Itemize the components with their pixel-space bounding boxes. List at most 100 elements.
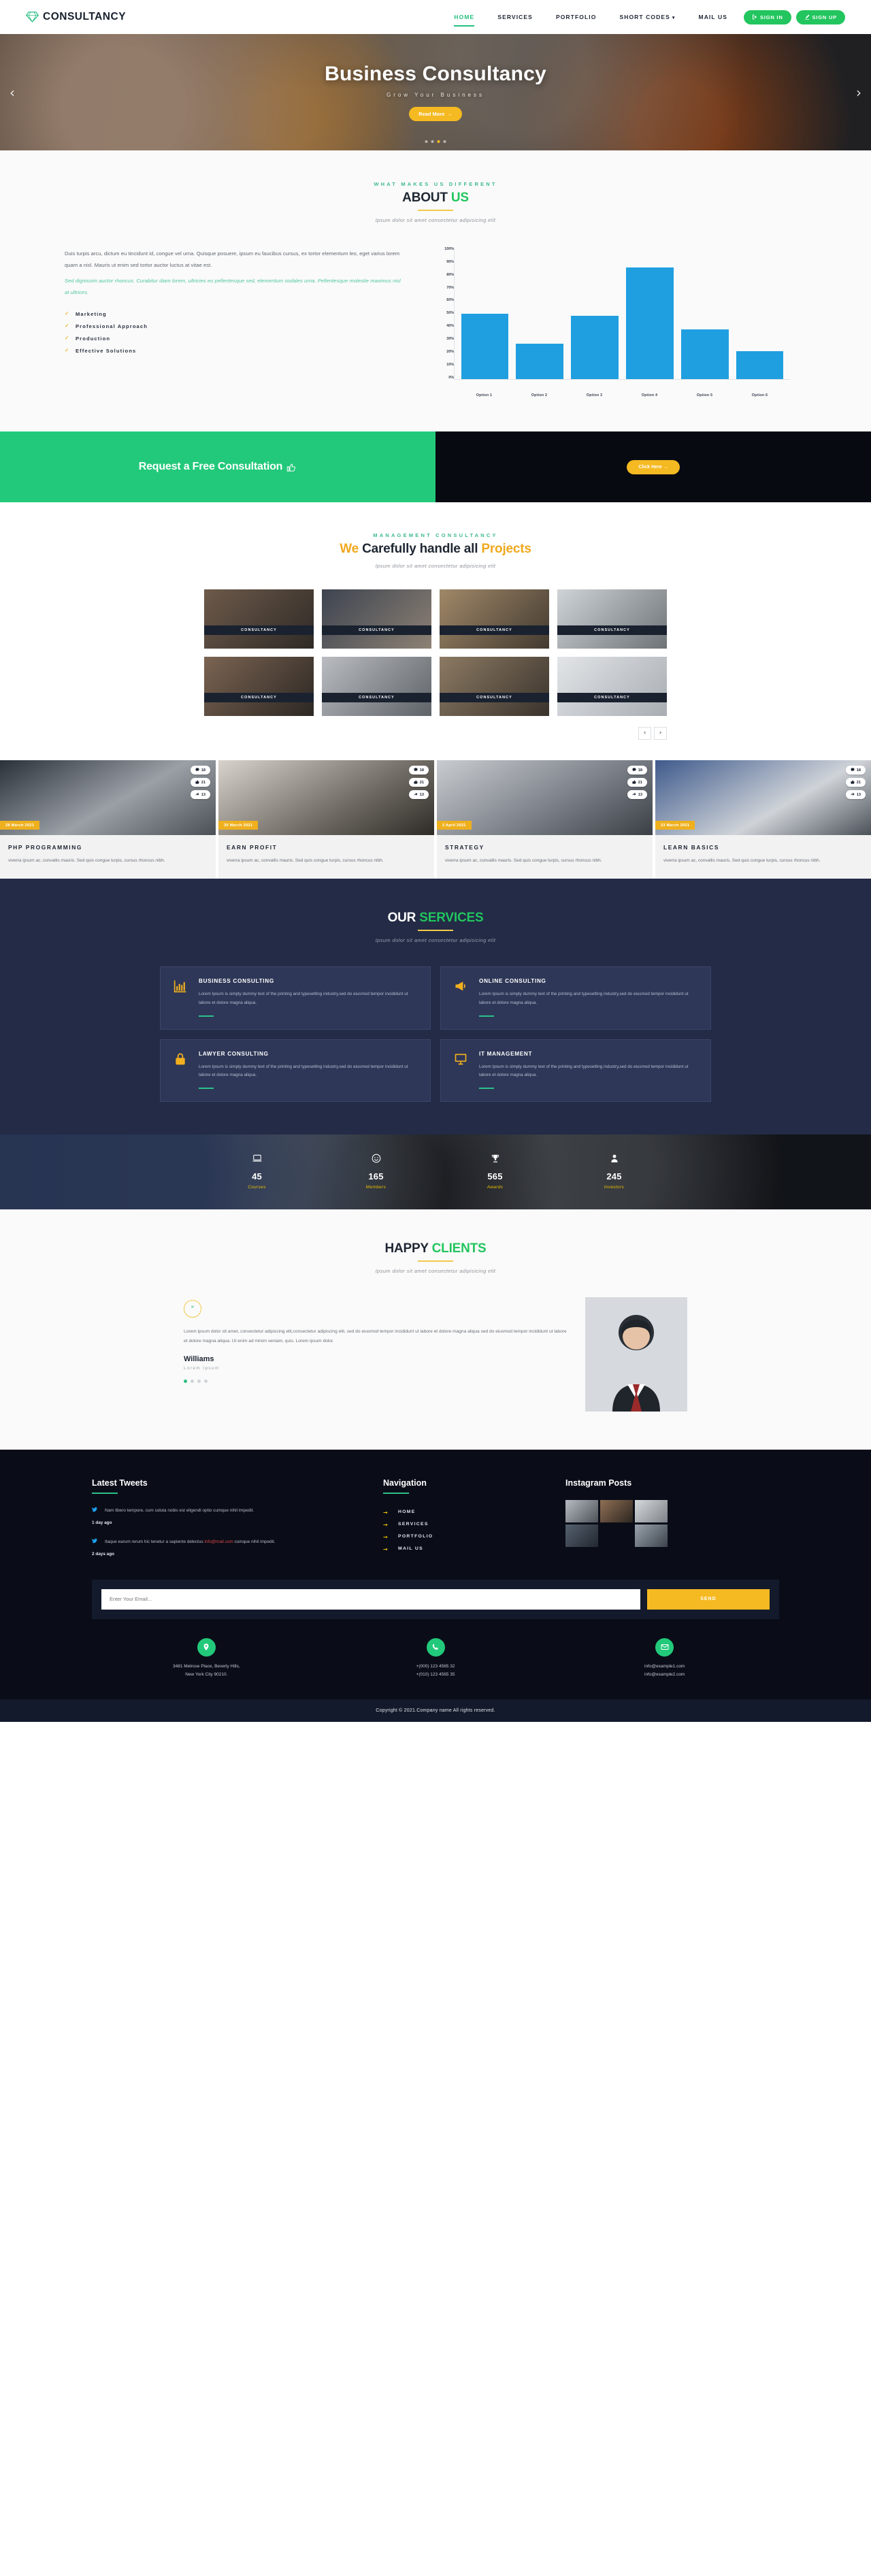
cta-click-here-button[interactable]: Click Here →	[627, 459, 680, 474]
main-nav: HOME SERVICES PORTFOLIO SHORT CODES ▾ MAI…	[442, 10, 845, 27]
projects-next-button[interactable]: ›	[654, 727, 667, 740]
blog-card[interactable]: 18 21 13 2 April 2021 STRATEGY viverra ipsum …	[437, 760, 653, 879]
testimonial-dots[interactable]	[184, 1380, 568, 1384]
blog-card[interactable]: 18 21 13 23 March 2021 LEARN BASICS viverra i…	[655, 760, 871, 879]
service-divider	[479, 1015, 494, 1017]
instagram-thumb[interactable]	[565, 1524, 598, 1547]
testimonial-dot[interactable]	[204, 1380, 208, 1384]
hero-slider: ‹ › Business Consultancy Grow Your Busin…	[0, 34, 871, 150]
footer-navigation: Navigation HOMESERVICESPORTFOLIOMAIL US	[383, 1478, 546, 1559]
project-card[interactable]: CONSULTANCY	[557, 657, 667, 716]
stat-label: Courses	[248, 1185, 266, 1190]
tweet-email-link[interactable]: info@mail.com	[204, 1539, 233, 1544]
instagram-thumb[interactable]	[635, 1499, 668, 1522]
testimonial-dot-active[interactable]	[184, 1380, 187, 1384]
footer-nav-heading: Navigation	[383, 1478, 427, 1488]
project-card[interactable]: CONSULTANCY	[440, 589, 549, 649]
chart-bar-column	[736, 248, 784, 379]
stat-item: 565 Awards	[436, 1154, 555, 1190]
share-icon	[851, 792, 855, 798]
contact-line-1: 3481 Melrose Place, Beverly Hills,	[173, 1663, 240, 1669]
hero-content: Business Consultancy Grow Your Business …	[0, 63, 871, 121]
project-card[interactable]: CONSULTANCY	[204, 657, 314, 716]
chart-x-tick: Option 4	[641, 393, 658, 397]
blog-title[interactable]: LEARN BASICS	[663, 844, 863, 851]
service-card[interactable]: IT MANAGEMENT Lorem Ipsum is simply dummy…	[440, 1039, 711, 1102]
instagram-thumb[interactable]	[600, 1499, 633, 1522]
blog-card[interactable]: 18 21 13 30 March 2021 EARN PROFIT viverra ip…	[218, 760, 434, 879]
hero-subtitle: Grow Your Business	[386, 91, 485, 98]
project-tag: CONSULTANCY	[557, 693, 667, 702]
footer-nav-item[interactable]: SERVICES	[383, 1518, 546, 1531]
blog-body: EARN PROFIT viverra ipsum ac, convallis m…	[218, 835, 434, 879]
cta-text: Request a Free Consultation	[139, 461, 297, 473]
share-count-badge: 13	[627, 790, 647, 799]
service-card[interactable]: BUSINESS CONSULTING Lorem Ipsum is simply…	[160, 966, 431, 1030]
nav-item-services[interactable]: SERVICES	[486, 14, 544, 20]
blog-badges: 18 21 13	[408, 766, 429, 799]
stat-number: 565	[487, 1171, 503, 1182]
projects-prev-button[interactable]: ‹	[638, 727, 651, 740]
nav-item-short-codes[interactable]: SHORT CODES ▾	[608, 14, 687, 20]
hero-read-more-button[interactable]: Read More →	[409, 106, 462, 121]
testimonial-dot[interactable]	[197, 1380, 201, 1384]
blog-card[interactable]: 18 21 13 28 March 2021 PHP PROGRAMMING viverr…	[0, 760, 216, 879]
tweet-item: Nam libero tempore, cum soluta nobis est…	[92, 1506, 364, 1528]
blog-title[interactable]: PHP PROGRAMMING	[8, 844, 208, 851]
sign-up-button[interactable]: SIGN UP	[795, 10, 845, 25]
hero-next-arrow[interactable]: ›	[856, 84, 861, 101]
service-card[interactable]: LAWYER CONSULTING Lorem Ipsum is simply d…	[160, 1039, 431, 1102]
tweet-item: Itaque earum rerum hic tenetur a sapient…	[92, 1537, 364, 1559]
instagram-thumb[interactable]	[600, 1525, 633, 1547]
hero-dots[interactable]	[425, 140, 446, 143]
mail-icon	[655, 1637, 674, 1657]
project-tag: CONSULTANCY	[440, 693, 549, 702]
contact-line-2: New York City 90210.	[185, 1672, 228, 1677]
newsletter-email-input[interactable]	[101, 1588, 640, 1610]
brand-logo[interactable]: CONSULTANCY	[25, 11, 127, 23]
page-root: CONSULTANCY HOME SERVICES PORTFOLIO SHOR…	[0, 0, 871, 1723]
project-card[interactable]: CONSULTANCY	[440, 657, 549, 716]
project-card[interactable]: CONSULTANCY	[204, 589, 314, 649]
service-divider	[199, 1015, 214, 1017]
footer-nav-item[interactable]: HOME	[383, 1506, 546, 1518]
about-subtitle: Ipsum dolor sit amet consectetur adipisi…	[375, 217, 496, 223]
blog-image: 18 21 13 28 March 2021	[0, 760, 216, 835]
hero-dot[interactable]	[425, 140, 428, 143]
testimonial-dot[interactable]	[191, 1380, 194, 1384]
hero-prev-arrow[interactable]: ‹	[10, 84, 15, 101]
project-card[interactable]: CONSULTANCY	[322, 589, 431, 649]
stat-item: 45 Courses	[197, 1154, 316, 1190]
newsletter-send-button[interactable]: SEND	[647, 1588, 770, 1610]
chart-x-tick: Option 3	[586, 393, 603, 397]
footer-nav-item[interactable]: PORTFOLIO	[383, 1531, 546, 1543]
instagram-thumb[interactable]	[635, 1524, 668, 1547]
sign-in-button[interactable]: SIGN IN	[744, 10, 791, 25]
footer-nav-item[interactable]: MAIL US	[383, 1543, 546, 1555]
nav-item-portfolio[interactable]: PORTFOLIO	[544, 14, 608, 20]
comment-count-badge: 18	[408, 766, 429, 775]
nav-item-home[interactable]: HOME	[442, 14, 486, 27]
chart-bar	[461, 313, 509, 379]
hero-dot[interactable]	[443, 140, 446, 143]
service-card[interactable]: ONLINE CONSULTING Lorem Ipsum is simply d…	[440, 966, 711, 1030]
nav-item-mail-us[interactable]: MAIL US	[687, 14, 740, 20]
about-list-item: Professional Approach	[65, 320, 405, 332]
user-icon	[610, 1154, 619, 1166]
chart-y-axis: 0% 10% 20% 30% 40% 50% 60% 70% 80% 90% 100%	[436, 247, 454, 391]
instagram-thumb[interactable]	[565, 1499, 598, 1522]
chart-x-tick: Option 5	[696, 393, 713, 397]
hero-dot-active[interactable]	[437, 140, 440, 143]
chart-bar-column	[625, 248, 674, 379]
brand-name: CONSULTANCY	[43, 11, 127, 22]
hero-dot[interactable]	[431, 140, 434, 143]
project-card[interactable]: CONSULTANCY	[557, 589, 667, 649]
title-underline	[418, 930, 453, 932]
blog-title[interactable]: EARN PROFIT	[227, 844, 426, 851]
project-tag: CONSULTANCY	[557, 625, 667, 635]
project-card[interactable]: CONSULTANCY	[322, 657, 431, 716]
chart-x-tick: Option 1	[476, 393, 493, 397]
blog-title[interactable]: STRATEGY	[445, 844, 644, 851]
tweet-time: 2 days ago	[92, 1552, 115, 1557]
chart-bar-column	[571, 248, 619, 379]
